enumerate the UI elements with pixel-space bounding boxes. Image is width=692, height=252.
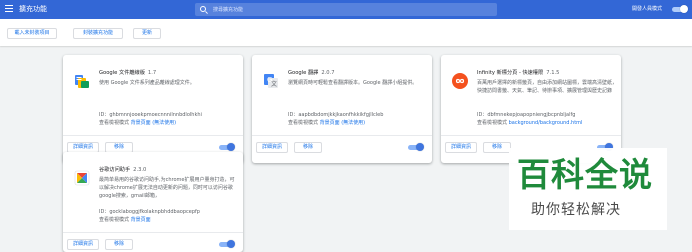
top-bar: 擴充功能 開發人員模式 <box>0 0 692 19</box>
enable-toggle[interactable] <box>219 143 235 151</box>
update-button[interactable]: 更新 <box>133 28 161 39</box>
views-link[interactable]: 背景頁面 (無法使用) <box>131 120 177 126</box>
divider <box>441 135 621 136</box>
extension-description: 使用 Google 文件系列產品離線處理文件。 <box>99 80 195 86</box>
svg-text:文: 文 <box>271 80 277 88</box>
remove-button[interactable]: 移除 <box>483 142 511 153</box>
extension-views: 查看檢視模式 背景頁面 (無法使用) <box>99 120 177 126</box>
developer-mode-toggle[interactable] <box>672 5 688 13</box>
extension-id: ID：ghbmnnjooekpmoecnnnilnnbdlolhkhi <box>99 112 202 118</box>
extension-id: ID：gocklaboggjfkolaknpbhddbaopcepfp <box>99 209 200 215</box>
watermark-subtitle: 助你轻松解决 <box>531 202 621 218</box>
search-icon <box>200 6 206 12</box>
enable-toggle[interactable] <box>219 240 235 248</box>
extension-views: 查看檢視模式 背景頁面 (無法使用) <box>288 120 366 126</box>
extension-card: G 文 Google 翻譯 2.0.7 瀏覽網頁時可輕鬆查看翻譯版本。Google… <box>252 55 432 163</box>
extension-description: 最简单易用的谷歌访问助手,为chrome扩展用户量身打造，可以解决chrome扩… <box>99 177 235 199</box>
page-title: 擴充功能 <box>19 5 47 13</box>
extension-description: 瀏覽網頁時可輕鬆查看翻譯版本。Google 翻譯小組提供。 <box>288 80 418 86</box>
extension-id: ID：aapbdbdomjkkjkaonfhkkikfgjllcleb <box>288 112 384 118</box>
pack-extension-button[interactable]: 封裝擴充功能 <box>73 28 123 39</box>
infinity-icon <box>452 73 468 89</box>
extension-card: Google 文件離線版 1.7 使用 Google 文件系列產品離線處理文件。 … <box>63 55 243 163</box>
extension-name: Google 文件離線版 1.7 <box>99 70 157 76</box>
search-box[interactable] <box>195 3 497 16</box>
divider <box>63 135 243 136</box>
extension-name: Google 翻譯 2.0.7 <box>288 70 335 76</box>
extension-name: Infinity 新標分頁 - 快速權限 7.1.5 <box>477 70 560 76</box>
google-access-helper-icon <box>74 170 90 186</box>
extension-views: 查看檢視模式 background/background.html <box>477 120 583 126</box>
details-button[interactable]: 詳細資訊 <box>67 239 99 250</box>
google-docs-offline-icon <box>75 75 89 88</box>
views-link[interactable]: 背景頁面 (無法使用) <box>320 120 366 126</box>
extension-id: ID：dbfmnekepjoapopniengjbcpnbljalfg <box>477 112 576 118</box>
toolbar: 載入未封裝項目 封裝擴充功能 更新 <box>0 19 692 46</box>
watermark-title: 百科全说 <box>517 155 653 194</box>
google-translate-icon: G 文 <box>264 74 278 88</box>
details-button[interactable]: 詳細資訊 <box>445 142 477 153</box>
watermark-logo: 百科全说 助你轻松解决 <box>509 148 667 230</box>
details-button[interactable]: 詳細資訊 <box>256 142 288 153</box>
remove-button[interactable]: 移除 <box>105 239 133 250</box>
divider <box>63 232 243 233</box>
menu-icon[interactable] <box>5 5 13 13</box>
search-input[interactable] <box>213 3 483 16</box>
divider <box>252 135 432 136</box>
load-unpacked-button[interactable]: 載入未封裝項目 <box>7 28 57 39</box>
extension-card: 谷歌访问助手 2.3.0 最简单易用的谷歌访问助手,为chrome扩展用户量身打造… <box>63 152 243 252</box>
views-link[interactable]: background/background.html <box>509 120 583 126</box>
extension-views: 查看檢視模式 背景頁面 <box>99 217 151 223</box>
extension-name: 谷歌访问助手 2.3.0 <box>99 167 147 173</box>
enable-toggle[interactable] <box>408 143 424 151</box>
extension-description: 百萬用戶選擇的新標籤頁，自由添加網站圖標，雲端高清壁紙，快捷訪問書籤、天氣、筆記… <box>477 80 618 94</box>
views-link[interactable]: 背景頁面 <box>131 217 151 223</box>
remove-button[interactable]: 移除 <box>294 142 322 153</box>
extension-card: Infinity 新標分頁 - 快速權限 7.1.5 百萬用戶選擇的新標籤頁，自由… <box>441 55 621 163</box>
developer-mode-label: 開發人員模式 <box>632 6 663 12</box>
